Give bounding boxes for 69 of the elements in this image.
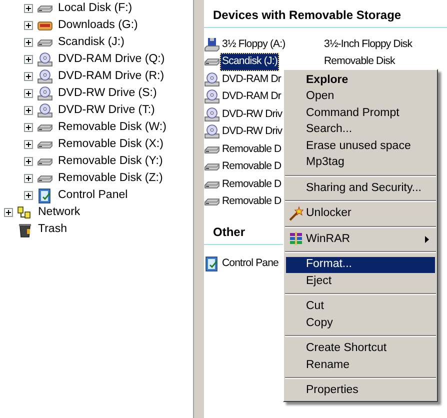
menu-item[interactable]: Copy (286, 315, 435, 332)
expand-icon[interactable] (24, 174, 33, 183)
expand-icon[interactable] (24, 157, 33, 166)
device-type: Removable Disk (324, 54, 395, 70)
disc-drive-icon (37, 68, 53, 84)
floppy-drive-icon (204, 36, 220, 53)
books-icon (288, 231, 304, 248)
expand-icon[interactable] (24, 55, 33, 64)
device-item[interactable]: Removable D (220, 193, 284, 212)
tree-item[interactable]: Removable Disk (X:) (57, 136, 164, 154)
menu-item[interactable]: WinRAR (286, 231, 435, 248)
device-item[interactable]: Control Pane (220, 254, 280, 273)
menu-item[interactable]: Properties (286, 382, 435, 399)
expand-icon[interactable] (4, 208, 13, 217)
menu-item[interactable]: Cut (286, 298, 435, 315)
menu-item[interactable]: Sharing and Security... (286, 180, 435, 196)
menu-item[interactable]: Create Shortcut (286, 340, 435, 357)
control-panel-icon (204, 256, 220, 272)
expand-icon[interactable] (24, 21, 33, 30)
tree-item[interactable]: Local Disk (F:) (57, 0, 134, 18)
expand-icon[interactable] (24, 38, 33, 47)
tree-item[interactable]: Trash (37, 220, 68, 238)
menu-item[interactable]: Mp3tag (286, 154, 435, 171)
expand-icon[interactable] (24, 123, 33, 132)
disc-drive-icon (37, 86, 53, 102)
menu-item[interactable]: Explore (286, 72, 435, 88)
tree-item[interactable]: Downloads (G:) (57, 16, 139, 34)
menu-item[interactable]: Format... (286, 256, 435, 273)
expand-icon[interactable] (24, 191, 33, 200)
section-header: Other (213, 224, 246, 241)
tree-item[interactable]: DVD-RAM Drive (R:) (57, 68, 166, 86)
device-item[interactable]: Scandisk (J:) (220, 53, 280, 72)
device-type: 3½-Inch Floppy Disk (324, 36, 412, 52)
disc-drive-icon (37, 52, 53, 68)
tree-item[interactable]: Control Panel (57, 186, 129, 204)
tree-item[interactable]: DVD-RW Drive (T:) (57, 102, 156, 120)
menu-item[interactable]: Open (286, 88, 435, 105)
expand-icon[interactable] (24, 72, 33, 81)
menu-item[interactable]: Eject (286, 273, 435, 290)
menu-item[interactable]: Search... (286, 122, 435, 138)
device-item[interactable]: Removable D (220, 140, 284, 159)
control-panel-icon (37, 188, 53, 204)
section-header: Devices with Removable Storage (213, 7, 402, 24)
tree-item[interactable]: Scandisk (J:) (57, 34, 126, 52)
tree-item[interactable]: Removable Disk (Z:) (57, 170, 164, 188)
device-item[interactable]: 3½ Floppy (A:) (220, 36, 288, 54)
wand-icon (288, 206, 304, 222)
menu-item[interactable]: Unlocker (286, 206, 435, 222)
device-item[interactable]: Removable D (220, 158, 284, 176)
expand-icon[interactable] (24, 4, 33, 13)
tree-item[interactable]: DVD-RAM Drive (Q:) (57, 50, 166, 68)
disc-drive-icon (37, 102, 53, 118)
menu-item[interactable]: Rename (286, 357, 435, 374)
expand-icon[interactable] (24, 140, 33, 149)
device-item[interactable]: DVD-RW Driv (220, 106, 284, 124)
tree-item[interactable]: Network (37, 204, 82, 222)
device-item[interactable]: Removable D (220, 176, 284, 194)
expand-icon[interactable] (24, 106, 33, 115)
menu-item[interactable]: Erase unused space (286, 138, 435, 154)
device-item[interactable]: DVD-RAM Dr (220, 70, 283, 89)
trash-icon (17, 222, 33, 238)
tree-item[interactable]: Removable Disk (W:) (57, 118, 168, 136)
tree-item[interactable]: Removable Disk (Y:) (57, 152, 164, 170)
tree-item[interactable]: DVD-RW Drive (S:) (57, 84, 158, 102)
expand-icon[interactable] (24, 89, 33, 98)
device-item[interactable]: DVD-RW Driv (220, 123, 284, 142)
menu-item[interactable]: Command Prompt (286, 105, 435, 122)
device-item[interactable]: DVD-RAM Dr (220, 88, 283, 106)
network-icon (17, 204, 33, 220)
